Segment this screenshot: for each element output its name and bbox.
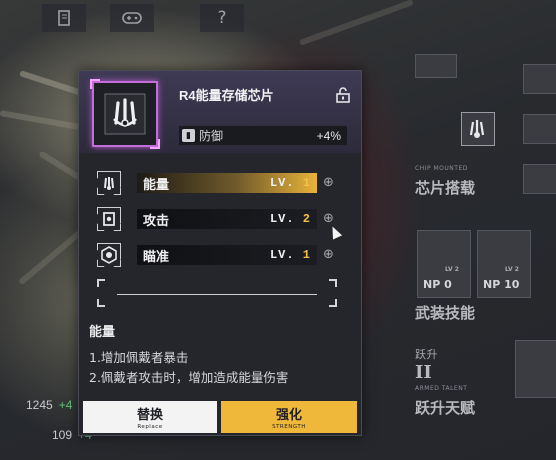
lock-icon[interactable]: [335, 87, 351, 107]
level-value: 1: [302, 176, 311, 190]
np-label: NP: [483, 278, 501, 291]
ability-name: 能量: [143, 177, 170, 193]
np-level: LV 2: [505, 266, 519, 273]
ability-bar[interactable]: 能量 LV. 1: [137, 173, 317, 193]
help-icon[interactable]: ?: [200, 4, 244, 32]
strengthen-button[interactable]: 强化 STRENGTH: [221, 401, 357, 433]
np-level: LV 2: [445, 266, 459, 273]
stat-label: 防御: [199, 129, 224, 143]
energy-ability-icon: [97, 171, 121, 195]
ability-name: 瞄准: [143, 249, 170, 265]
ascend-talent-title: 跃升天赋: [415, 399, 476, 417]
ability-name: 攻击: [143, 213, 170, 229]
chip-emblem-icon: [104, 93, 146, 135]
defense-shield-icon: ▮: [182, 129, 195, 142]
mounted-chip-slot[interactable]: [461, 112, 495, 146]
side-slot[interactable]: [523, 64, 556, 94]
right-panel: CHIP MOUNTED 芯片搭载 NP 0 NP 10 LV 2 LV 2 武…: [405, 40, 556, 460]
stat-value: +4%: [316, 128, 341, 143]
ascend-label: 跃升: [415, 348, 438, 361]
stat-value: 1245: [26, 398, 53, 412]
chip-mounted-header: CHIP MOUNTED: [415, 165, 468, 172]
np-value: 10: [504, 278, 520, 291]
level-prefix: LV.: [269, 248, 295, 262]
weapon-skill-title: 武装技能: [415, 304, 476, 322]
ability-row-aim[interactable]: 瞄准 LV. 1 ⊕: [97, 245, 347, 269]
zoom-icon[interactable]: ⊕: [323, 175, 334, 190]
np-value: 0: [444, 278, 452, 291]
zoom-icon[interactable]: ⊕: [323, 211, 334, 226]
attack-ability-icon: [97, 207, 121, 231]
description-line: 1.增加佩戴者暴击: [89, 350, 189, 365]
empty-ability-slot[interactable]: [97, 279, 337, 307]
replace-button[interactable]: 替换 Replace: [83, 401, 217, 433]
chip-mounted-title: 芯片搭载: [415, 179, 476, 197]
aim-ability-icon: [97, 243, 121, 267]
chip-title: R4能量存储芯片: [179, 88, 274, 103]
description-line: 2.佩戴者攻击时，增加造成能量伤害: [89, 370, 289, 385]
side-slot[interactable]: [523, 114, 556, 144]
stat-value: 109: [52, 428, 73, 442]
button-sublabel: STRENGTH: [272, 424, 306, 430]
ability-bar[interactable]: 瞄准 LV. 1: [137, 245, 317, 265]
button-sublabel: Replace: [137, 424, 163, 430]
chip-header: R4能量存储芯片 ▮ 防御 +4%: [79, 71, 361, 153]
gamepad-icon[interactable]: [110, 4, 154, 32]
action-buttons: 替换 Replace 强化 STRENGTH: [79, 399, 361, 435]
level-value: 1: [302, 248, 311, 262]
ability-bar[interactable]: 攻击 LV. 2: [137, 209, 317, 229]
stat-gain: +4: [58, 398, 73, 412]
chip-main-stat: ▮ 防御 +4%: [179, 126, 347, 145]
level-prefix: LV.: [269, 212, 295, 226]
panel-tile: [415, 54, 457, 78]
zoom-icon[interactable]: ⊕: [323, 247, 334, 262]
chip-icon-frame: [90, 79, 160, 149]
notebook-icon[interactable]: [42, 4, 86, 32]
top-bar: ?: [0, 0, 300, 38]
help-glyph: ?: [217, 8, 227, 28]
armed-talent-header: ARMED TALENT: [415, 385, 468, 392]
talent-slot[interactable]: [515, 340, 556, 398]
chip-detail-card: R4能量存储芯片 ▮ 防御 +4% 能量 LV. 1 ⊕ 攻击 LV. 2 ⊕: [78, 70, 362, 436]
side-slot[interactable]: [523, 164, 556, 194]
ability-row-attack[interactable]: 攻击 LV. 2 ⊕: [97, 209, 347, 233]
button-label: 替换: [136, 408, 163, 423]
level-value: 2: [302, 212, 311, 226]
np-label: NP: [423, 278, 441, 291]
stat-row: 1245 +4: [26, 398, 72, 412]
level-prefix: LV.: [269, 176, 295, 190]
button-label: 强化: [275, 408, 302, 423]
description-title: 能量: [89, 325, 116, 340]
chip-emblem-icon: [469, 120, 485, 138]
ascend-numeral: II: [415, 362, 432, 383]
ability-row-energy[interactable]: 能量 LV. 1 ⊕: [97, 173, 347, 197]
